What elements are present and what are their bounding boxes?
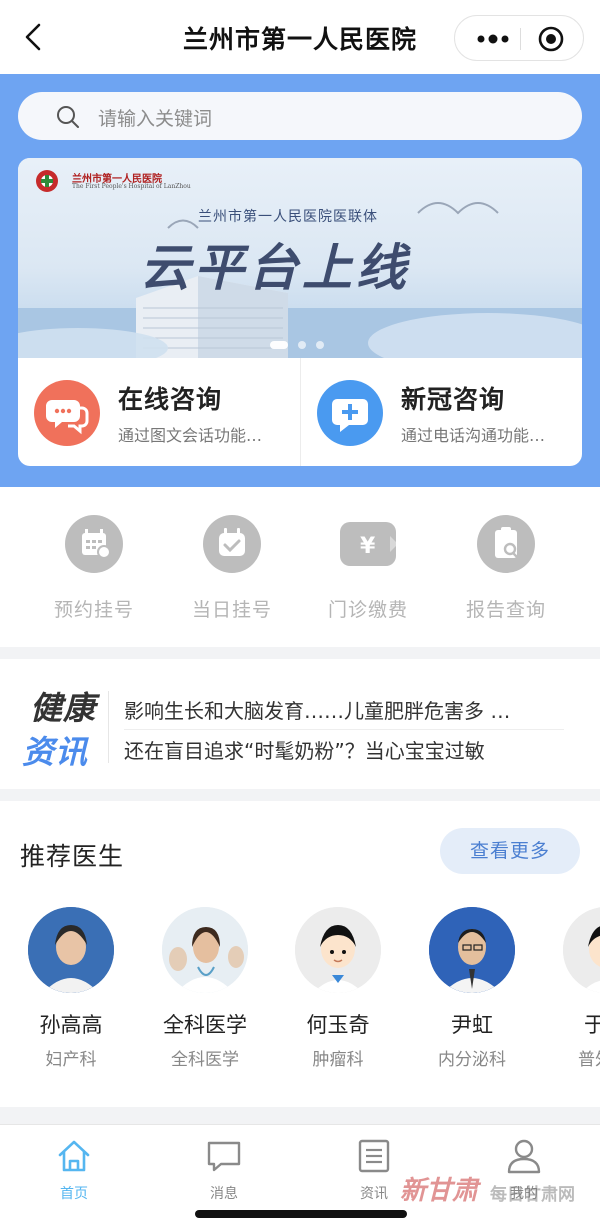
view-more-button[interactable]: 查看更多 [440,828,580,874]
doctor-name: 孙高高 [39,1013,103,1037]
user-icon [507,1139,541,1174]
service-label: 门诊缴费 [327,599,408,621]
section-heading: 推荐医生 [20,842,125,871]
doctor-dept: 普外 [578,1050,600,1070]
watermark-brand: 新甘肃 [400,1176,479,1206]
doctor-card[interactable]: 孙高高 妇产科 [11,907,131,1070]
calendar-check-icon [203,515,261,573]
mini-program-capsule [454,15,584,61]
doctor-name: 全科医学 [163,1013,247,1037]
home-indicator[interactable] [195,1210,407,1218]
yen-ticket-icon: ¥ [340,522,398,566]
service-payment[interactable]: ¥ 门诊缴费 [298,515,438,622]
tab-label: 消息 [210,1186,238,1202]
service-label: 当日挂号 [191,599,272,621]
chat-bubbles-icon [34,380,100,446]
service-report[interactable]: 报告查询 [436,515,576,622]
avatar [429,907,515,993]
watermark-site: 每日甘肃网 [490,1185,575,1205]
carousel-dot[interactable] [316,341,324,349]
doctor-dept: 妇产科 [45,1050,97,1070]
doctor-card[interactable]: 何玉奇 肿瘤科 [278,907,398,1070]
message-icon [207,1141,241,1172]
online-consult-button[interactable]: 在线咨询 通过图文会话功能… [18,358,300,466]
home-icon [58,1140,90,1172]
consult-title: 新冠咨询 [401,385,506,414]
doctor-card[interactable]: 全科医学 全科医学 [145,907,265,1070]
search-input[interactable]: 请输入关键词 [18,92,582,140]
hospital-emblem-icon [36,170,58,192]
banner-subtitle: 兰州市第一人民医院医联体 [198,209,378,225]
quick-services: 预约挂号 当日挂号 ¥ 门诊缴费 报告查询 [0,487,600,647]
covid-consult-button[interactable]: 新冠咨询 通过电话沟通功能… [300,358,582,466]
service-label: 预约挂号 [53,599,134,621]
search-placeholder: 请输入关键词 [98,108,213,130]
news-logo-top: 健康 [30,689,97,727]
banner-headline: 云平台上线 [140,238,410,297]
avatar [563,907,600,993]
news-separator [124,729,564,730]
logo-english-name: The First People's Hospital of LanZhou [72,183,191,190]
doctor-dept: 肿瘤科 [312,1050,364,1070]
service-same-day[interactable]: 当日挂号 [162,515,302,622]
carousel-dot[interactable] [298,341,306,349]
news-item[interactable]: 还在盲目追求“时髦奶粉”？当心宝宝过敏 [124,735,485,764]
doctor-dept: 内分泌科 [438,1050,506,1070]
avatar [162,907,248,993]
doctor-dept: 全科医学 [171,1050,239,1070]
service-label: 报告查询 [465,599,546,621]
avatar [28,907,114,993]
hospital-logo: 兰州市第一人民医院 The First People's Hospital of… [32,168,222,194]
tab-home[interactable]: 首页 [24,1137,124,1203]
consult-title: 在线咨询 [118,385,223,414]
news-list-icon [358,1139,390,1173]
svg-text:¥: ¥ [360,534,376,559]
medical-chat-icon [317,380,383,446]
tab-messages[interactable]: 消息 [174,1137,274,1203]
carousel-dot-active[interactable] [270,341,288,349]
recommended-doctors: 推荐医生 查看更多 孙高高 妇产科 全科医学 全科医学 何玉奇 肿瘤科 尹虹 内… [0,801,600,1107]
doctor-card[interactable]: 于 普外 [546,907,600,1070]
carousel-indicator [270,334,334,353]
search-icon [57,106,79,128]
tab-label: 首页 [60,1186,88,1202]
capsule-divider [520,28,521,50]
hero-section: 请输入关键词 兰州市第一人民医院 The First People's Hosp… [0,74,600,487]
close-target-icon[interactable] [538,26,564,52]
title-bar: 兰州市第一人民医院 [0,0,600,74]
avatar [295,907,381,993]
service-appointment[interactable]: 预约挂号 [24,515,164,622]
news-logo-bottom: 资讯 [22,733,89,771]
doctor-name: 尹虹 [451,1013,493,1037]
news-item[interactable]: 影响生长和大脑发育……儿童肥胖危害多 … [124,695,510,724]
calendar-grid-icon [65,515,123,573]
news-divider [108,691,109,763]
health-news: 健康 资讯 影响生长和大脑发育……儿童肥胖危害多 … 还在盲目追求“时髦奶粉”？… [0,659,600,789]
doctor-name: 于 [584,1013,600,1037]
consult-desc: 通过图文会话功能… [118,426,263,445]
more-dots-icon[interactable] [475,29,511,49]
consult-desc: 通过电话沟通功能… [401,426,546,445]
feature-card: 兰州市第一人民医院 The First People's Hospital of… [18,158,582,466]
banner-carousel[interactable]: 兰州市第一人民医院 The First People's Hospital of… [18,158,582,358]
report-search-icon [477,515,535,573]
doctor-name: 何玉奇 [306,1013,370,1037]
doctor-card[interactable]: 尹虹 内分泌科 [412,907,532,1070]
